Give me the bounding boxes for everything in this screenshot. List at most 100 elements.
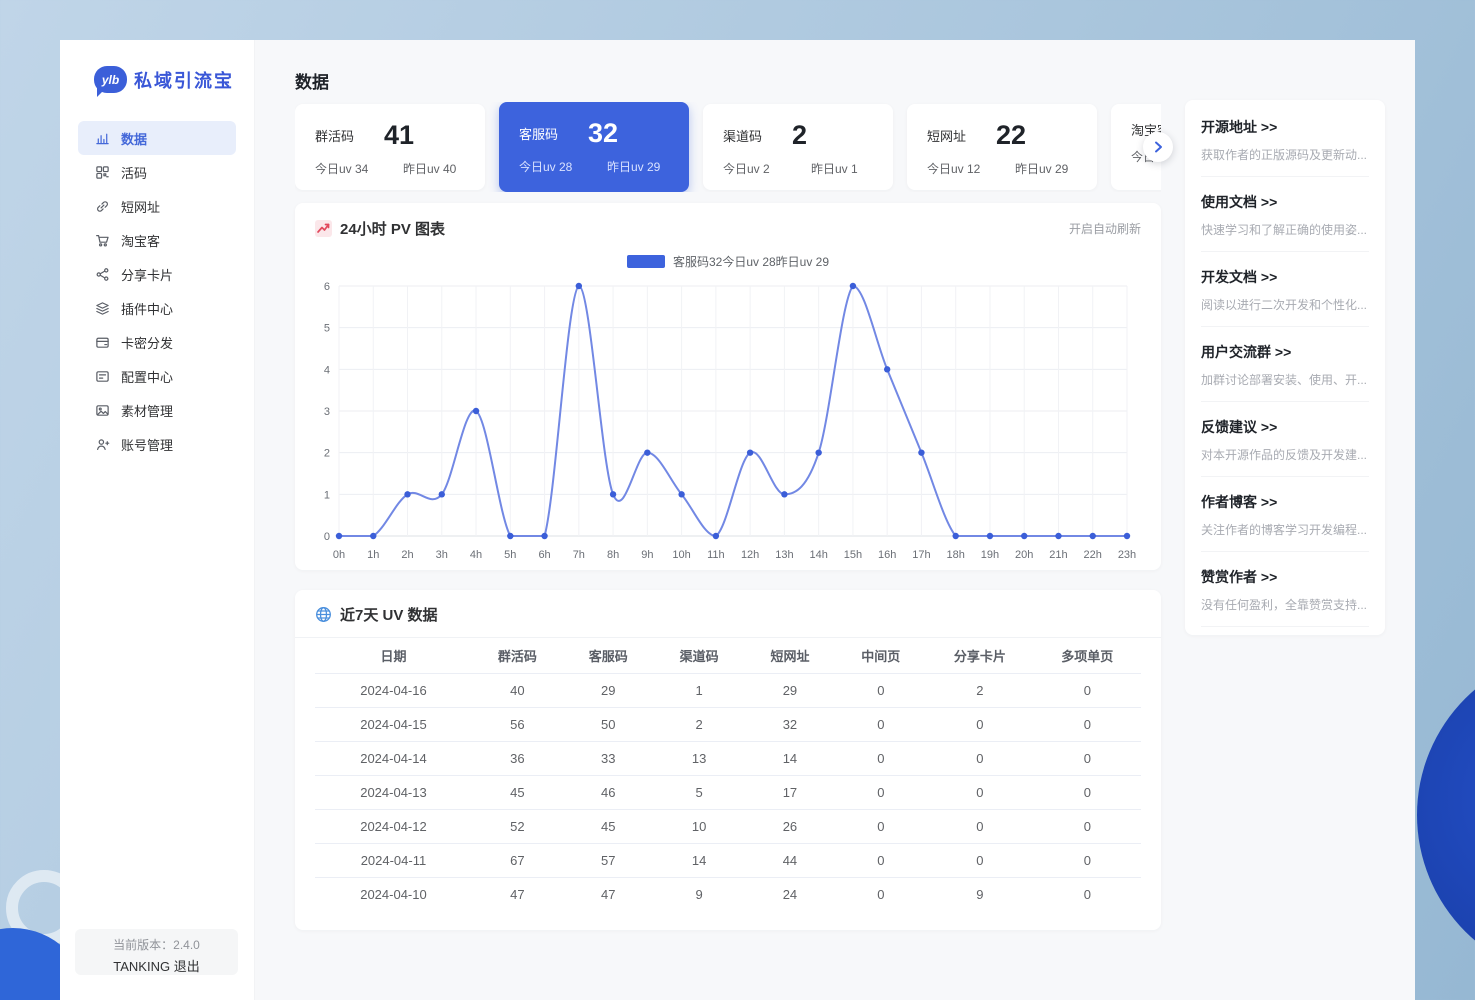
table-row: 2024-04-164029129020 (315, 673, 1141, 707)
logout-link[interactable]: 退出 (174, 959, 200, 974)
link-item: 使用文档 >>快速学习和了解正确的使用姿... (1201, 177, 1369, 252)
table-cell: 1 (654, 673, 745, 707)
pv-chart-card: 24小时 PV 图表 开启自动刷新 客服码32今日uv 28昨日uv 29 01… (295, 203, 1161, 570)
chart-legend[interactable]: 客服码32今日uv 28昨日uv 29 (295, 253, 1161, 270)
sidebar-item-label: 配置中心 (121, 367, 173, 386)
table-cell: 0 (835, 775, 926, 809)
table-cell: 46 (563, 775, 654, 809)
svg-text:18h: 18h (947, 549, 965, 561)
table-cell: 2024-04-12 (315, 809, 472, 843)
stat-today-uv: 今日uv 34 (315, 160, 403, 177)
link-title[interactable]: 作者博客 >> (1201, 492, 1369, 512)
table-cell: 26 (745, 809, 836, 843)
table-cell: 57 (563, 843, 654, 877)
sidebar-item-label: 分享卡片 (121, 265, 173, 284)
sidebar-item-label: 数据 (121, 129, 147, 148)
carousel-next-button[interactable] (1143, 132, 1173, 162)
table-cell: 0 (835, 707, 926, 741)
column-header-短网址: 短网址 (745, 638, 836, 673)
svg-text:1h: 1h (367, 549, 379, 561)
column-header-客服码: 客服码 (563, 638, 654, 673)
link-item: 赞赏作者 >>没有任何盈利，全靠赞赏支持... (1201, 552, 1369, 627)
sidebar-item-卡密分发[interactable]: 卡密分发 (78, 325, 236, 359)
link-icon (95, 199, 110, 214)
table-cell: 2024-04-14 (315, 741, 472, 775)
svg-text:3h: 3h (436, 549, 448, 561)
auto-refresh-toggle[interactable]: 开启自动刷新 (1069, 220, 1141, 237)
link-title[interactable]: 反馈建议 >> (1201, 417, 1369, 437)
table-cell: 0 (926, 707, 1033, 741)
table-cell: 2 (926, 673, 1033, 707)
sidebar-item-短网址[interactable]: 短网址 (78, 189, 236, 223)
svg-text:14h: 14h (809, 549, 827, 561)
main-content: 数据 群活码41今日uv 34昨日uv 40客服码32今日uv 28昨日uv 2… (255, 40, 1415, 1000)
qr-icon (95, 165, 110, 180)
table-card-header: 近7天 UV 数据 (295, 590, 1161, 638)
table-cell: 47 (472, 877, 563, 911)
svg-text:21h: 21h (1049, 549, 1067, 561)
sidebar-item-素材管理[interactable]: 素材管理 (78, 393, 236, 427)
table-cell: 0 (926, 741, 1033, 775)
table-cell: 2024-04-13 (315, 775, 472, 809)
table-cell: 17 (745, 775, 836, 809)
sidebar-item-数据[interactable]: 数据 (78, 121, 236, 155)
cart-icon (95, 233, 110, 248)
svg-text:19h: 19h (981, 549, 999, 561)
pv-line-chart: 01234560h1h2h3h4h5h6h7h8h9h10h11h12h13h1… (315, 272, 1141, 570)
table-cell: 24 (745, 877, 836, 911)
stat-today-uv: 今日uv 12 (927, 160, 1015, 177)
stat-label: 短网址 (927, 126, 966, 145)
link-title[interactable]: 开发文档 >> (1201, 267, 1369, 287)
link-title[interactable]: 使用文档 >> (1201, 192, 1369, 212)
sidebar-item-配置中心[interactable]: 配置中心 (78, 359, 236, 393)
sidebar-item-淘宝客[interactable]: 淘宝客 (78, 223, 236, 257)
stat-card-群活码[interactable]: 群活码41今日uv 34昨日uv 40 (295, 104, 485, 190)
table-cell: 2024-04-16 (315, 673, 472, 707)
table-cell: 32 (745, 707, 836, 741)
table-cell: 67 (472, 843, 563, 877)
config-icon (95, 369, 110, 384)
sidebar-item-label: 素材管理 (121, 401, 173, 420)
table-row: 2024-04-134546517000 (315, 775, 1141, 809)
sidebar-item-活码[interactable]: 活码 (78, 155, 236, 189)
sidebar-item-插件中心[interactable]: 插件中心 (78, 291, 236, 325)
table-cell: 0 (1034, 741, 1141, 775)
stat-label: 客服码 (519, 124, 558, 143)
stat-card-短网址[interactable]: 短网址22今日uv 12昨日uv 29 (907, 104, 1097, 190)
link-title[interactable]: 赞赏作者 >> (1201, 567, 1369, 587)
svg-text:23h: 23h (1118, 549, 1136, 561)
stat-card-客服码[interactable]: 客服码32今日uv 28昨日uv 29 (499, 102, 689, 192)
link-description: 关注作者的博客学习开发编程... (1201, 521, 1369, 538)
svg-text:6h: 6h (538, 549, 550, 561)
svg-text:20h: 20h (1015, 549, 1033, 561)
column-header-多项单页: 多项单页 (1034, 638, 1141, 673)
link-description: 获取作者的正版源码及更新动... (1201, 146, 1369, 163)
sidebar-item-分享卡片[interactable]: 分享卡片 (78, 257, 236, 291)
svg-text:17h: 17h (912, 549, 930, 561)
stat-label: 群活码 (315, 126, 354, 145)
sidebar-item-账号管理[interactable]: 账号管理 (78, 427, 236, 461)
link-title[interactable]: 开源地址 >> (1201, 117, 1369, 137)
table-cell: 0 (1034, 673, 1141, 707)
table-cell: 9 (926, 877, 1033, 911)
page-title: 数据 (295, 68, 329, 93)
table-cell: 14 (654, 843, 745, 877)
table-cell: 0 (1034, 775, 1141, 809)
svg-text:2: 2 (324, 448, 330, 460)
legend-swatch (627, 255, 665, 268)
link-item: 作者博客 >> 关注作者的博客学习开发编程... (1201, 477, 1369, 552)
chart-increasing-icon (315, 220, 332, 237)
stat-yesterday-uv: 昨日uv 1 (811, 160, 858, 177)
svg-text:3: 3 (324, 406, 330, 418)
stat-yesterday-uv: 昨日uv 29 (607, 158, 660, 175)
link-title[interactable]: 用户交流群 >> (1201, 342, 1369, 362)
svg-text:12h: 12h (741, 549, 759, 561)
stat-card-渠道码[interactable]: 渠道码2今日uv 2昨日uv 1 (703, 104, 893, 190)
table-cell: 10 (654, 809, 745, 843)
table-cell: 2 (654, 707, 745, 741)
table-row: 2024-04-1252451026000 (315, 809, 1141, 843)
svg-text:8h: 8h (607, 549, 619, 561)
sidebar-item-label: 活码 (121, 163, 147, 182)
table-cell: 40 (472, 673, 563, 707)
uv-table-card: 近7天 UV 数据 日期群活码客服码渠道码短网址中间页分享卡片多项单页 2024… (295, 590, 1161, 930)
